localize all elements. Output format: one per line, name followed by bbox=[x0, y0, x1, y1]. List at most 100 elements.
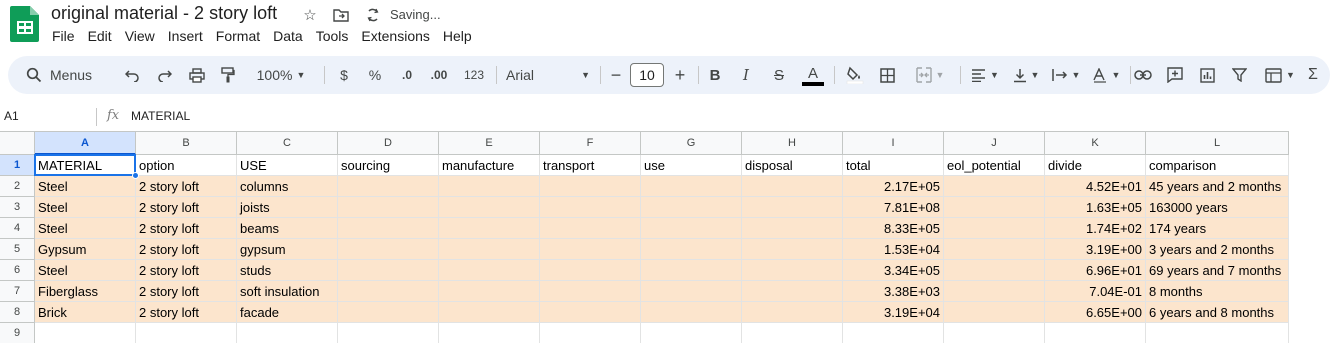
borders-icon[interactable] bbox=[876, 56, 898, 94]
cell-b7[interactable]: 2 story loft bbox=[136, 281, 237, 302]
row-header-5[interactable]: 5 bbox=[0, 239, 35, 260]
cell-j3[interactable] bbox=[944, 197, 1045, 218]
document-title[interactable]: original material - 2 story loft bbox=[51, 3, 277, 24]
vertical-align-icon[interactable]: ▼ bbox=[1009, 56, 1043, 94]
cell-k5[interactable]: 3.19E+00 bbox=[1045, 239, 1146, 260]
cell-b9[interactable] bbox=[136, 323, 237, 343]
cell-j4[interactable] bbox=[944, 218, 1045, 239]
cell-a8[interactable]: Brick bbox=[35, 302, 136, 323]
cell-e4[interactable] bbox=[439, 218, 540, 239]
cell-b8[interactable]: 2 story loft bbox=[136, 302, 237, 323]
cell-b3[interactable]: 2 story loft bbox=[136, 197, 237, 218]
menu-tools[interactable]: Tools bbox=[316, 28, 355, 44]
row-header-3[interactable]: 3 bbox=[0, 197, 35, 218]
text-rotation-icon[interactable]: ▼ bbox=[1088, 56, 1124, 94]
row-header-4[interactable]: 4 bbox=[0, 218, 35, 239]
cell-d6[interactable] bbox=[338, 260, 439, 281]
cell-b2[interactable]: 2 story loft bbox=[136, 176, 237, 197]
cell-c5[interactable]: gypsum bbox=[237, 239, 338, 260]
cell-j2[interactable] bbox=[944, 176, 1045, 197]
cell-f2[interactable] bbox=[540, 176, 641, 197]
cell-h9[interactable] bbox=[742, 323, 843, 343]
cell-l6[interactable]: 69 years and 7 months bbox=[1146, 260, 1289, 281]
text-color-button[interactable]: A bbox=[801, 56, 825, 94]
menu-help[interactable]: Help bbox=[443, 28, 478, 44]
cell-d5[interactable] bbox=[338, 239, 439, 260]
cell-k7[interactable]: 7.04E-01 bbox=[1045, 281, 1146, 302]
decrease-decimal-button[interactable]: .0 bbox=[395, 56, 419, 94]
cell-e1[interactable]: manufacture bbox=[439, 155, 540, 176]
cell-a3[interactable]: Steel bbox=[35, 197, 136, 218]
cell-l4[interactable]: 174 years bbox=[1146, 218, 1289, 239]
cell-h2[interactable] bbox=[742, 176, 843, 197]
cell-d1[interactable]: sourcing bbox=[338, 155, 439, 176]
cell-e8[interactable] bbox=[439, 302, 540, 323]
search-menus[interactable]: Menus bbox=[16, 61, 116, 89]
cell-c9[interactable] bbox=[237, 323, 338, 343]
insert-comment-icon[interactable] bbox=[1164, 56, 1186, 94]
cell-f7[interactable] bbox=[540, 281, 641, 302]
bold-button[interactable]: B bbox=[706, 56, 724, 94]
cell-k4[interactable]: 1.74E+02 bbox=[1045, 218, 1146, 239]
cell-e7[interactable] bbox=[439, 281, 540, 302]
cell-a1[interactable]: MATERIAL bbox=[35, 155, 136, 176]
cell-d4[interactable] bbox=[338, 218, 439, 239]
cell-g3[interactable] bbox=[641, 197, 742, 218]
row-header-1[interactable]: 1 bbox=[0, 155, 35, 176]
percent-format-button[interactable]: % bbox=[365, 56, 385, 94]
cell-k8[interactable]: 6.65E+00 bbox=[1045, 302, 1146, 323]
menu-insert[interactable]: Insert bbox=[168, 28, 209, 44]
cell-j1[interactable]: eol_potential bbox=[944, 155, 1045, 176]
cell-c1[interactable]: USE bbox=[237, 155, 338, 176]
cell-i2[interactable]: 2.17E+05 bbox=[843, 176, 944, 197]
cell-f9[interactable] bbox=[540, 323, 641, 343]
increase-font-size-button[interactable]: + bbox=[672, 56, 688, 94]
cell-a4[interactable]: Steel bbox=[35, 218, 136, 239]
cell-l8[interactable]: 6 years and 8 months bbox=[1146, 302, 1289, 323]
cell-e6[interactable] bbox=[439, 260, 540, 281]
print-icon[interactable] bbox=[186, 56, 208, 94]
cell-k9[interactable] bbox=[1045, 323, 1146, 343]
cell-i1[interactable]: total bbox=[843, 155, 944, 176]
cell-g9[interactable] bbox=[641, 323, 742, 343]
cell-a2[interactable]: Steel bbox=[35, 176, 136, 197]
cell-l9[interactable] bbox=[1146, 323, 1289, 343]
cell-j9[interactable] bbox=[944, 323, 1045, 343]
filter-icon[interactable] bbox=[1228, 56, 1250, 94]
italic-button[interactable]: I bbox=[737, 56, 755, 94]
menu-edit[interactable]: Edit bbox=[88, 28, 118, 44]
cell-d3[interactable] bbox=[338, 197, 439, 218]
cell-i3[interactable]: 7.81E+08 bbox=[843, 197, 944, 218]
cell-b1[interactable]: option bbox=[136, 155, 237, 176]
cell-k2[interactable]: 4.52E+01 bbox=[1045, 176, 1146, 197]
font-size-input[interactable]: 10 bbox=[630, 63, 664, 87]
formula-input[interactable]: MATERIAL bbox=[131, 109, 190, 123]
cell-c6[interactable]: studs bbox=[237, 260, 338, 281]
zoom-select[interactable]: 100% ▼ bbox=[246, 56, 316, 94]
menu-file[interactable]: File bbox=[52, 28, 81, 44]
cell-f8[interactable] bbox=[540, 302, 641, 323]
cell-k6[interactable]: 6.96E+01 bbox=[1045, 260, 1146, 281]
column-header-b[interactable]: B bbox=[136, 131, 237, 155]
cell-g6[interactable] bbox=[641, 260, 742, 281]
insert-link-icon[interactable] bbox=[1132, 56, 1154, 94]
cell-a5[interactable]: Gypsum bbox=[35, 239, 136, 260]
cell-f5[interactable] bbox=[540, 239, 641, 260]
filter-views-icon[interactable]: ▼ bbox=[1260, 56, 1300, 94]
cell-j6[interactable] bbox=[944, 260, 1045, 281]
redo-icon[interactable] bbox=[153, 56, 175, 94]
cell-i8[interactable]: 3.19E+04 bbox=[843, 302, 944, 323]
cell-h4[interactable] bbox=[742, 218, 843, 239]
cell-c7[interactable]: soft insulation bbox=[237, 281, 338, 302]
fill-color-icon[interactable] bbox=[844, 56, 866, 94]
cell-c3[interactable]: joists bbox=[237, 197, 338, 218]
cell-i7[interactable]: 3.38E+03 bbox=[843, 281, 944, 302]
cell-f4[interactable] bbox=[540, 218, 641, 239]
cell-i5[interactable]: 1.53E+04 bbox=[843, 239, 944, 260]
column-header-c[interactable]: C bbox=[237, 131, 338, 155]
currency-format-button[interactable]: $ bbox=[334, 56, 354, 94]
cell-j5[interactable] bbox=[944, 239, 1045, 260]
cell-g2[interactable] bbox=[641, 176, 742, 197]
column-header-g[interactable]: G bbox=[641, 131, 742, 155]
column-header-h[interactable]: H bbox=[742, 131, 843, 155]
